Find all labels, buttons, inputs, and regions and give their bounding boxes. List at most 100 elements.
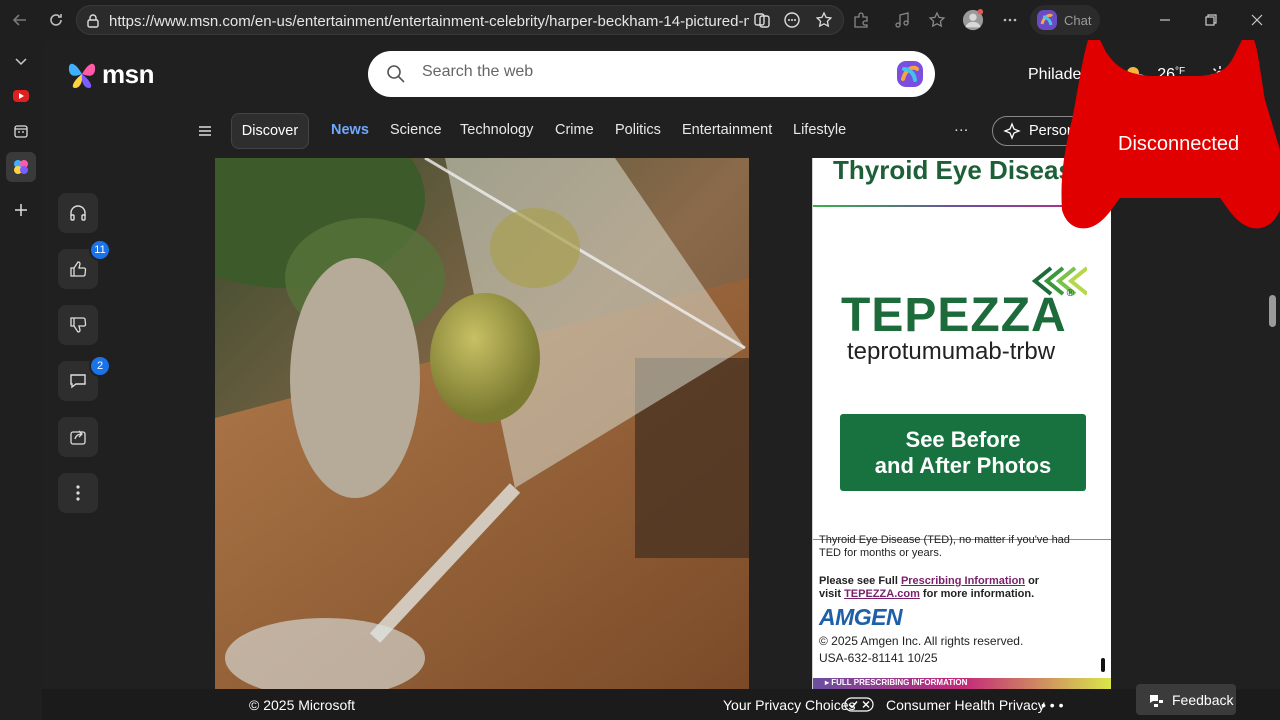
feedback-button[interactable]: Feedback xyxy=(1136,684,1236,715)
back-arrow-icon xyxy=(12,14,26,26)
new-tab-button[interactable] xyxy=(6,195,36,225)
tab-crime[interactable]: Crime xyxy=(555,122,594,138)
vertical-tab-strip xyxy=(0,40,42,720)
page-scrollbar[interactable] xyxy=(1264,158,1280,720)
footer-more-button[interactable]: • • • xyxy=(1041,697,1063,713)
ad-copyright: © 2025 Amgen Inc. All rights reserved. xyxy=(819,634,1024,648)
thumbs-up-icon xyxy=(70,261,87,277)
privacy-choices-link[interactable]: Your Privacy Choices xyxy=(723,697,856,713)
ad-visit-line: visit TEPEZZA.com for more information. xyxy=(819,588,1034,600)
ad-brand-reg: ® xyxy=(1066,288,1076,299)
url-text: https://www.msn.com/en-us/entertainment/… xyxy=(109,13,749,30)
msn-logo-text: msn xyxy=(102,58,154,89)
feedback-icon xyxy=(1150,694,1163,707)
settings-more-icon[interactable] xyxy=(999,9,1021,31)
disconnected-overlay: Disconnected xyxy=(1060,40,1280,232)
back-button[interactable] xyxy=(8,8,32,32)
search-box[interactable] xyxy=(368,51,935,97)
see-photos-cta-button[interactable]: See Before and After Photos xyxy=(840,414,1086,491)
search-icon xyxy=(387,65,405,83)
music-icon[interactable] xyxy=(891,9,913,31)
ad-visit-suffix: for more information. xyxy=(919,588,1035,600)
lock-icon xyxy=(87,14,99,28)
headphones-icon xyxy=(70,205,86,221)
collapse-tabs-button[interactable] xyxy=(6,46,36,76)
youtube-icon xyxy=(13,90,29,102)
prescribing-info-link[interactable]: Prescribing Information xyxy=(901,575,1025,587)
restore-button[interactable] xyxy=(1200,9,1222,31)
tab-news[interactable]: News xyxy=(331,122,369,138)
copilot-icon xyxy=(897,61,923,87)
amgen-logo: AMGEN xyxy=(819,604,903,630)
tepezza-ad[interactable]: Thyroid Eye Disease TEPEZZA® teprotumuma… xyxy=(812,158,1111,690)
tab-science[interactable]: Science xyxy=(390,122,442,138)
chat-label: Chat xyxy=(1064,12,1092,28)
ad-brand-name: TEPEZZA® xyxy=(841,288,1075,343)
search-input[interactable] xyxy=(422,63,882,81)
tab-politics[interactable]: Politics xyxy=(615,122,661,138)
privacy-toggle-icon xyxy=(844,697,874,712)
tab-msn[interactable] xyxy=(6,152,36,182)
ad-pi-or: or xyxy=(1025,575,1040,587)
vertical-ellipsis-icon xyxy=(76,485,80,501)
tab-calendar[interactable] xyxy=(6,116,36,146)
copilot-page-icon[interactable] xyxy=(751,9,773,31)
listen-button[interactable] xyxy=(58,193,98,233)
footer-copyright: © 2025 Microsoft xyxy=(249,697,356,713)
browser-toolbar: https://www.msn.com/en-us/entertainment/… xyxy=(0,0,1280,40)
thumbs-down-icon xyxy=(70,317,87,333)
tab-technology[interactable]: Technology xyxy=(460,122,533,138)
calendar-icon xyxy=(14,125,28,138)
favorite-star-icon[interactable] xyxy=(813,9,835,31)
like-count-badge: 11 xyxy=(89,239,111,261)
tepezza-site-link[interactable]: TEPEZZA.com xyxy=(844,588,920,600)
cta-line-2: and After Photos xyxy=(874,452,1052,478)
tab-discover[interactable]: Discover xyxy=(231,113,309,149)
disconnected-label: Disconnected xyxy=(1118,133,1240,155)
ad-pi-line: Please see Full Prescribing Information … xyxy=(819,575,1039,587)
article-photo xyxy=(215,158,749,690)
minimize-button[interactable] xyxy=(1154,9,1176,31)
msn-butterfly-logo-icon xyxy=(68,63,96,88)
scrollbar-thumb[interactable] xyxy=(1269,295,1276,327)
more-actions-button[interactable] xyxy=(58,473,98,513)
favorites-icon[interactable] xyxy=(926,9,948,31)
ad-headline: Thyroid Eye Disease xyxy=(833,158,1088,185)
page-footer: © 2025 Microsoft Your Privacy Choices Co… xyxy=(42,689,1280,720)
chevron-down-icon xyxy=(15,58,27,66)
copilot-icon xyxy=(1037,10,1057,30)
ad-scroll-thumb[interactable] xyxy=(1101,658,1105,672)
comment-count-badge: 2 xyxy=(89,355,111,377)
ad-body-line-1: Thyroid Eye Disease (TED), no matter if … xyxy=(819,534,1070,546)
msn-butterfly-icon xyxy=(14,160,28,174)
ad-pi-prefix: Please see Full xyxy=(819,575,901,587)
hamburger-menu-icon xyxy=(199,126,211,136)
tab-youtube[interactable] xyxy=(6,81,36,111)
dislike-button[interactable] xyxy=(58,305,98,345)
ad-brand-text: TEPEZZA xyxy=(841,289,1067,342)
martini-glass-image xyxy=(215,158,749,690)
close-window-button[interactable] xyxy=(1246,9,1268,31)
plus-icon xyxy=(15,204,27,216)
extensions-icon[interactable] xyxy=(850,9,872,31)
msn-logo[interactable]: msn xyxy=(66,58,154,90)
ad-body-line-2: TED for months or years. xyxy=(819,547,942,559)
more-categories-button[interactable]: ··· xyxy=(954,122,969,138)
copilot-chat-button[interactable]: Chat xyxy=(1030,5,1100,35)
ad-visit-prefix: visit xyxy=(819,588,845,600)
tab-lifestyle[interactable]: Lifestyle xyxy=(793,122,846,138)
refresh-icon xyxy=(50,14,62,26)
more-options-circle-icon[interactable] xyxy=(781,9,803,31)
share-icon xyxy=(70,430,86,445)
ad-code: USA-632-81141 10/25 xyxy=(819,651,938,665)
sparkle-star-icon xyxy=(1003,122,1021,140)
ad-generic-name: teprotumumab-trbw xyxy=(847,338,1056,365)
share-button[interactable] xyxy=(58,417,98,457)
address-bar[interactable]: https://www.msn.com/en-us/entertainment/… xyxy=(76,5,844,35)
comment-icon xyxy=(70,374,86,389)
tab-entertainment[interactable]: Entertainment xyxy=(682,122,772,138)
consumer-health-privacy-link[interactable]: Consumer Health Privacy xyxy=(886,697,1045,713)
feedback-label: Feedback xyxy=(1172,691,1234,708)
profile-avatar-icon[interactable] xyxy=(962,9,984,31)
refresh-button[interactable] xyxy=(44,8,68,32)
